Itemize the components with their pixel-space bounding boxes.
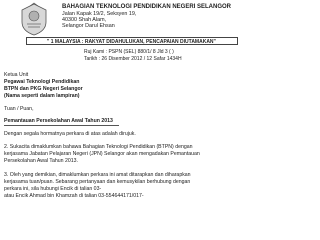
paragraph-2-line-2: kerjasama Jabatan Pelajaran Negeri (JPN)… [4, 151, 200, 157]
paragraph-3-line-4: atau Encik Ahmad bin Khamzah di talian 0… [4, 193, 144, 199]
recipient-line-1: Ketua Unit [4, 72, 29, 78]
slogan-box: " 1 MALAYSIA : RAKYAT DIDAHULUKAN, PENCA… [26, 37, 238, 45]
paragraph-3-line-3: perkara ini, sila hubungi Encik di talia… [4, 186, 102, 192]
paragraph-2-line-1: 2. Sukacita dimaklumkan bahawa Bahagian … [4, 144, 193, 150]
recipient-line-3: BTPN dan PKG Negeri Selangor [4, 86, 83, 92]
letter-date: Tarikh : 26 Disember 2012 / 12 Safar 143… [84, 56, 182, 62]
letter-page: BAHAGIAN TEKNOLOGI PENDIDIKAN NEGERI SEL… [0, 0, 247, 204]
recipient-line-4: (Nama seperti dalam lampiran) [4, 93, 80, 99]
state-crest-logo [21, 2, 47, 36]
organization-name: BAHAGIAN TEKNOLOGI PENDIDIKAN NEGERI SEL… [62, 4, 232, 10]
paragraph-3-line-1: 3. Oleh yang demikian, dimaklumkan perka… [4, 172, 191, 178]
subject-line: Pemantauan Persekolahan Awal Tahun 2013 [4, 118, 113, 124]
address-line-3: Selangor Darul Ehsan [62, 23, 115, 29]
recipient-line-2: Pegawai Teknologi Pendidikan [4, 79, 80, 85]
paragraph-3-line-2: kerjasama tuan/puan. Sebarang pertanyaan… [4, 179, 191, 185]
reference-number: Ruj Kami : PSPN (SEL) 880/1/ 8 Jld 3 ( ) [84, 49, 174, 55]
paragraph-2-line-3: Persekolahan Awal Tahun 2013. [4, 158, 78, 164]
opening-sentence: Dengan segala hormatnya perkara di atas … [4, 131, 136, 137]
subject-underline [4, 125, 119, 126]
slogan-text: " 1 MALAYSIA : RAKYAT DIDAHULUKAN, PENCA… [47, 38, 216, 45]
salutation: Tuan / Puan, [4, 106, 34, 112]
